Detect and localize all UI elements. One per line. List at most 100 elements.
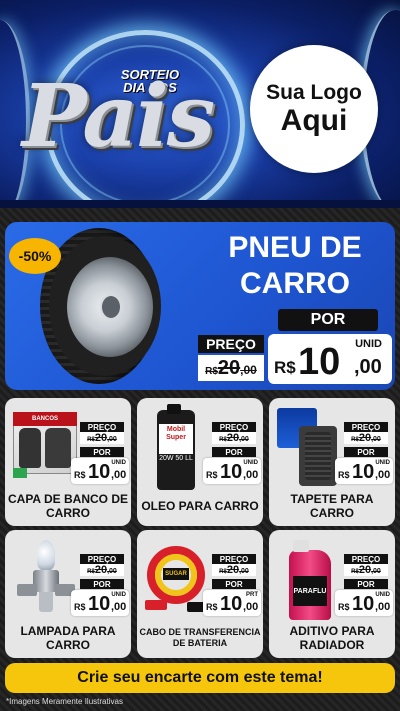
preco-label: PREÇO [80,554,124,564]
featured-preco-label: PREÇO [198,335,264,353]
new-price: UNID R$ 10 ,00 [71,590,129,616]
old-price-cents: ,00 [240,363,257,377]
product-card[interactable]: PREÇO R$ 20,00 POR UNID R$ 10 ,00 LAMPADA… [5,530,131,658]
por-label: POR [80,447,124,457]
header-divider [0,200,400,208]
featured-por-label: POR [278,309,378,331]
new-price-cents: ,00 [375,601,391,613]
featured-title-line-1: PNEU DE [228,231,362,264]
old-price-cents: ,00 [371,436,381,443]
por-label: POR [344,579,388,589]
old-price: R$ 20,00 [212,432,256,444]
seat-front [19,428,41,468]
por-label: POR [212,447,256,457]
new-price-value: 10 [352,593,375,615]
featured-title-line-2: CARRO [240,267,350,300]
unit-label: UNID [355,338,382,350]
mat-texture [305,432,331,480]
seat-cover-image: BANCOS [11,404,77,486]
headlight-bulb-image [11,536,75,618]
old-currency: R$ [219,569,227,575]
bulb-pins [39,592,53,612]
old-currency: R$ [351,437,359,443]
product-name: LAMPADA PARA CARRO [20,624,116,652]
cta-button[interactable]: Crie seu encarte com este tema! [5,663,395,693]
cable-brand: SUGAR [163,568,189,580]
product-card[interactable]: Mobil Super 20W 50 LL PREÇO R$ 20,00 POR … [137,398,263,526]
old-price: R$ 20,00 [344,564,388,576]
old-price-cents: ,00 [239,568,249,575]
preco-label: PREÇO [80,422,124,432]
new-price-cents: ,00 [111,469,127,481]
logo-line-2: Aqui [280,104,348,137]
seat-back [45,428,71,468]
promo-title: Pais [22,66,215,167]
old-price-cents: ,00 [239,436,249,443]
new-currency: R$ [206,470,218,480]
product-name: CABO DE TRANSFERENCIA DE BATERIA [139,627,261,648]
old-price-value: 20 [226,432,240,444]
motor-oil-image: Mobil Super 20W 50 LL [143,404,207,490]
new-currency: R$ [206,602,218,612]
old-price: R$ 20,00 [80,564,124,576]
new-currency: R$ [274,358,296,377]
old-price-value: 20 [358,564,372,576]
new-price-value: 10 [88,593,111,615]
new-currency: R$ [74,470,86,480]
preco-label: PREÇO [212,554,256,564]
unit-label: PRT [246,592,258,598]
additive-brand: PARAFLU [293,576,327,606]
new-currency: R$ [338,470,350,480]
old-price: R$ 20,00 [212,564,256,576]
por-label: POR [212,579,256,589]
floor-mat-image [275,404,339,486]
product-card[interactable]: PREÇO R$ 20,00 POR UNID R$ 10 ,00 TAPETE … [269,398,395,526]
product-name: ADITIVO PARA RADIADOR [289,624,375,652]
new-price: UNID R$ 10 ,00 [335,458,393,484]
product-card[interactable]: SUGAR PREÇO R$ 20,00 POR PRT R$ 10 ,00 CA… [137,530,263,658]
product-card[interactable]: PARAFLU PREÇO R$ 20,00 POR UNID R$ 10 ,00… [269,530,395,658]
old-price-value: 20 [226,564,240,576]
product-name: CAPA DE BANCO DE CARRO [7,492,128,520]
por-label: POR [80,579,124,589]
new-price: UNID R$ 10 ,00 [335,590,393,616]
unit-label: UNID [243,460,258,466]
preco-label: PREÇO [212,422,256,432]
bulb-flange-left [17,584,37,596]
new-price-value: 10 [220,593,243,615]
product-card[interactable]: BANCOS PREÇO R$ 20,00 POR UNID R$ 10 ,00 … [5,398,131,526]
disclaimer: *Imagens Meramente Ilustrativas [6,697,123,706]
unit-label: UNID [375,460,390,466]
additive-cap [293,540,309,552]
clamp-red [145,600,167,610]
jumper-cable-image: SUGAR [143,536,209,618]
bulb-glass [37,540,55,570]
product-name: TAPETE PARA CARRO [290,492,374,520]
unit-label: UNID [111,592,126,598]
preco-label: PREÇO [344,422,388,432]
product-name: OLEO PARA CARRO [141,499,259,513]
old-price-cents: ,00 [107,568,117,575]
oil-cap [167,404,181,414]
logo-line-1: Sua Logo [266,81,362,104]
new-price-cents: ,00 [354,356,382,378]
oil-grade: 20W 50 LL [159,454,193,474]
old-price: R$ 20,00 [80,432,124,444]
unit-label: UNID [111,460,126,466]
preco-label: PREÇO [344,554,388,564]
featured-new-price: UNID R$ 10 ,00 [268,334,392,384]
new-price-cents: ,00 [111,601,127,613]
new-price-cents: ,00 [243,601,259,613]
old-price: R$ 20,00 [344,432,388,444]
old-price-value: 20 [94,564,108,576]
logo-placeholder[interactable]: Sua Logo Aqui [250,45,378,173]
featured-title: PNEU DE CARRO [205,230,385,302]
discount-badge: -50% [11,240,59,272]
old-currency: R$ [219,437,227,443]
new-price-value: 10 [88,461,111,483]
radiator-additive-image: PARAFLU [275,536,339,620]
seat-cover-brand: BANCOS [13,412,77,426]
new-price-value: 10 [220,461,243,483]
old-currency: R$ [87,437,95,443]
old-price-value: 20 [94,432,108,444]
